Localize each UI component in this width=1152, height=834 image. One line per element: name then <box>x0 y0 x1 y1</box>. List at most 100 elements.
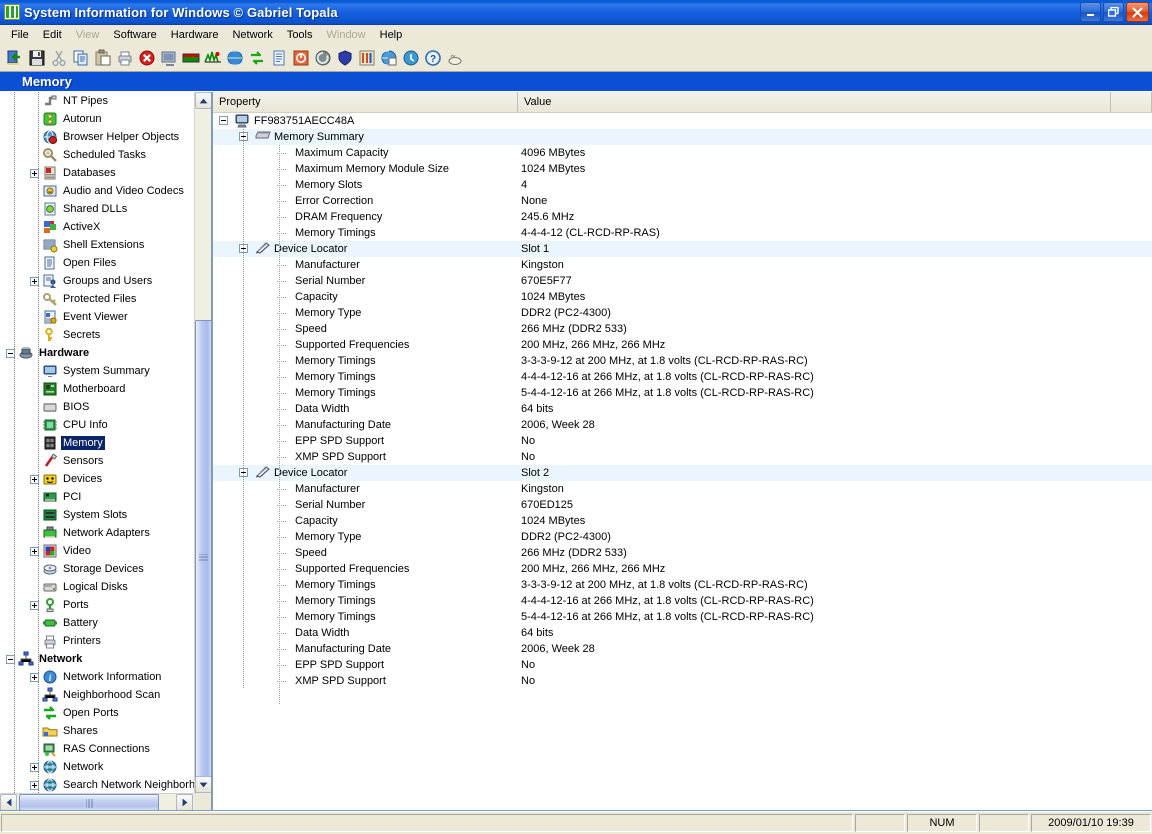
menu-network[interactable]: Network <box>225 26 279 44</box>
details-row[interactable]: Manufacturer Kingston <box>213 257 1152 273</box>
sidebar-item-motherboard[interactable]: Motherboard <box>0 380 194 398</box>
internet-icon[interactable] <box>224 47 246 69</box>
details-row[interactable]: Data Width 64 bits <box>213 401 1152 417</box>
eject-icon[interactable] <box>312 47 334 69</box>
shield-icon[interactable] <box>334 47 356 69</box>
sidebar-item-neighborhood-scan[interactable]: Neighborhood Scan <box>0 686 194 704</box>
sidebar-item-system-slots[interactable]: System Slots <box>0 506 194 524</box>
details-row[interactable]: Memory Timings 4-4-4-12-16 at 266 MHz, at… <box>213 369 1152 385</box>
details-row[interactable]: FF983751AECC48A <box>213 113 1152 129</box>
sidebar-item-scheduled-tasks[interactable]: Scheduled Tasks <box>0 146 194 164</box>
tree-scroll-thumb[interactable] <box>195 320 211 797</box>
sidebar-item-activex[interactable]: ActiveX <box>0 218 194 236</box>
details-row[interactable]: Memory Timings 3-3-3-9-12 at 200 MHz, at … <box>213 577 1152 593</box>
details-row[interactable]: Memory Type DDR2 (PC2-4300) <box>213 529 1152 545</box>
details-row[interactable]: Memory Timings 5-4-4-12-16 at 266 MHz, at… <box>213 385 1152 401</box>
menu-tools[interactable]: Tools <box>280 26 320 44</box>
details-list[interactable]: FF983751AECC48A Memory Summary Maximum Cap… <box>213 113 1152 810</box>
cut-icon[interactable] <box>48 47 70 69</box>
refresh-icon[interactable] <box>246 47 268 69</box>
maximize-button[interactable] <box>1103 2 1124 22</box>
sidebar-item-shell-extensions[interactable]: Shell Extensions <box>0 236 194 254</box>
details-row[interactable]: Maximum Memory Module Size 1024 MBytes <box>213 161 1152 177</box>
details-row[interactable]: Memory Slots 4 <box>213 177 1152 193</box>
details-row[interactable]: Speed 266 MHz (DDR2 533) <box>213 545 1152 561</box>
tree-expander-plus-icon[interactable] <box>30 780 39 790</box>
sidebar-item-autorun[interactable]: Autorun <box>0 110 194 128</box>
sidebar-item-search-network-neighborh[interactable]: Search Network Neighborh <box>0 776 194 793</box>
details-row[interactable]: Memory Timings 3-3-3-9-12 at 200 MHz, at … <box>213 353 1152 369</box>
menu-edit[interactable]: Edit <box>36 26 69 44</box>
sidebar-item-event-viewer[interactable]: Event Viewer <box>0 308 194 326</box>
details-row[interactable]: EPP SPD Support No <box>213 433 1152 449</box>
details-row[interactable]: XMP SPD Support No <box>213 673 1152 689</box>
details-row[interactable]: DRAM Frequency 245.6 MHz <box>213 209 1152 225</box>
print-icon[interactable] <box>114 47 136 69</box>
details-row[interactable]: Manufacturer Kingston <box>213 481 1152 497</box>
sidebar-item-hardware[interactable]: Hardware <box>0 344 194 362</box>
sidebar-item-cpu-info[interactable]: CPU Info <box>0 416 194 434</box>
sidebar-item-ras-connections[interactable]: RAS Connections <box>0 740 194 758</box>
details-group-row[interactable]: Device Locator Slot 1 <box>213 241 1152 257</box>
details-row[interactable]: Memory Timings 4-4-4-12 (CL-RCD-RP-RAS) <box>213 225 1152 241</box>
details-row[interactable]: Manufacturing Date 2006, Week 28 <box>213 641 1152 657</box>
details-row[interactable]: EPP SPD Support No <box>213 657 1152 673</box>
details-row[interactable]: Speed 266 MHz (DDR2 533) <box>213 321 1152 337</box>
details-row[interactable]: Memory Type DDR2 (PC2-4300) <box>213 305 1152 321</box>
tree-vertical-scrollbar[interactable] <box>194 92 211 797</box>
sidebar-item-system-summary[interactable]: System Summary <box>0 362 194 380</box>
tree-scroll-right-button[interactable] <box>176 794 193 810</box>
details-group-row[interactable]: Memory Summary <box>213 129 1152 145</box>
sidebar-item-audio-and-video-codecs[interactable]: Audio and Video Codecs <box>0 182 194 200</box>
sidebar-item-pci[interactable]: PCI <box>0 488 194 506</box>
tree-expander-minus-icon[interactable] <box>6 654 15 664</box>
sidebar-item-network[interactable]: Network <box>0 650 194 668</box>
column-header-value[interactable]: Value <box>518 92 1111 112</box>
menu-help[interactable]: Help <box>373 26 410 44</box>
sidebar-item-storage-devices[interactable]: Storage Devices <box>0 560 194 578</box>
details-row[interactable]: Manufacturing Date 2006, Week 28 <box>213 417 1152 433</box>
shutdown-icon[interactable] <box>290 47 312 69</box>
details-row[interactable]: Maximum Capacity 4096 MBytes <box>213 145 1152 161</box>
close-button[interactable] <box>1126 2 1149 22</box>
sidebar-item-groups-and-users[interactable]: Groups and Users <box>0 272 194 290</box>
menu-hardware[interactable]: Hardware <box>164 26 226 44</box>
tree-expander-plus-icon[interactable] <box>30 762 39 772</box>
menu-software[interactable]: Software <box>106 26 163 44</box>
sidebar-item-network[interactable]: Network <box>0 758 194 776</box>
sidebar-item-video[interactable]: Video <box>0 542 194 560</box>
sidebar-item-devices[interactable]: Devices <box>0 470 194 488</box>
sidebar-item-secrets[interactable]: Secrets <box>0 326 194 344</box>
exit-icon[interactable] <box>4 47 26 69</box>
tree-expander-plus-icon[interactable] <box>30 168 39 178</box>
tree-expander-plus-icon[interactable] <box>30 276 39 286</box>
copy-icon[interactable] <box>70 47 92 69</box>
tree-horizontal-scrollbar[interactable] <box>0 793 194 810</box>
details-row[interactable]: Data Width 64 bits <box>213 625 1152 641</box>
paste-icon[interactable] <box>92 47 114 69</box>
tree-expander-plus-icon[interactable] <box>30 672 39 682</box>
details-row[interactable]: Serial Number 670E5F77 <box>213 273 1152 289</box>
sidebar-item-shared-dlls[interactable]: Shared DLLs <box>0 200 194 218</box>
sidebar-item-open-files[interactable]: Open Files <box>0 254 194 272</box>
sidebar-item-logical-disks[interactable]: Logical Disks <box>0 578 194 596</box>
details-row[interactable]: XMP SPD Support No <box>213 449 1152 465</box>
update-icon[interactable] <box>400 47 422 69</box>
tree-expander-minus-icon[interactable] <box>6 348 15 358</box>
sidebar-item-databases[interactable]: Databases <box>0 164 194 182</box>
column-header-property[interactable]: Property <box>213 92 518 112</box>
sidebar-item-sensors[interactable]: Sensors <box>0 452 194 470</box>
column-header-extra[interactable] <box>1111 92 1152 112</box>
tree-scroll-left-button[interactable] <box>0 794 17 810</box>
sidebar-item-battery[interactable]: Battery <box>0 614 194 632</box>
details-row[interactable]: Supported Frequencies 200 MHz, 266 MHz, 2… <box>213 561 1152 577</box>
tree-expander-plus-icon[interactable] <box>30 600 39 610</box>
screenshot-icon[interactable] <box>158 47 180 69</box>
tree-hscroll-thumb[interactable] <box>19 794 159 810</box>
tree-expander-plus-icon[interactable] <box>30 474 39 484</box>
color-bar-icon[interactable] <box>180 47 202 69</box>
tree-expander-plus-icon[interactable] <box>30 546 39 556</box>
details-row[interactable]: Error Correction None <box>213 193 1152 209</box>
details-group-row[interactable]: Device Locator Slot 2 <box>213 465 1152 481</box>
minimize-button[interactable] <box>1080 2 1101 22</box>
